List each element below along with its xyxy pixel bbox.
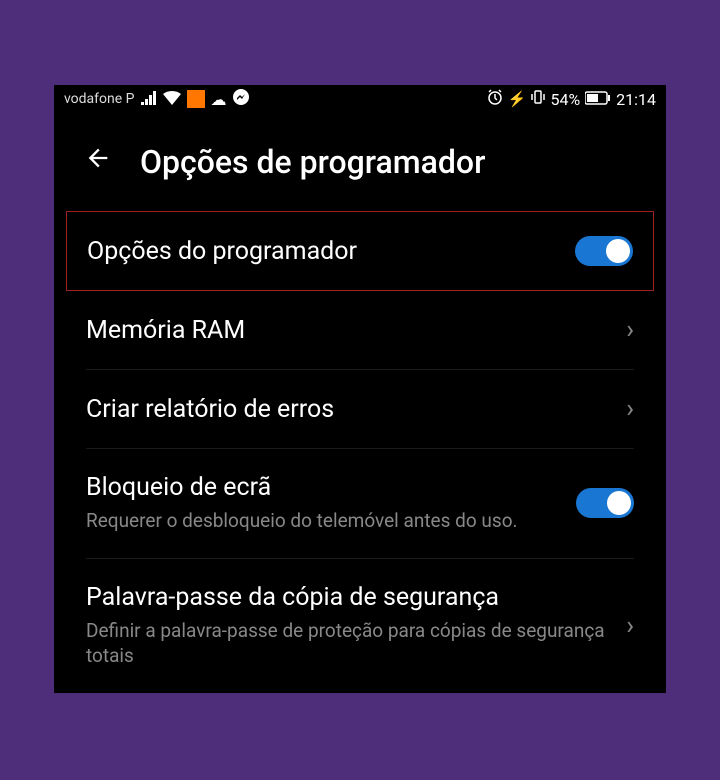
row-content: Palavra-passe da cópia de segurança Defi…	[86, 583, 626, 669]
settings-list: Memória RAM › Criar relatório de erros ›…	[54, 291, 666, 693]
settings-row-bug-report[interactable]: Criar relatório de erros ›	[86, 370, 634, 449]
clock: 21:14	[616, 90, 656, 109]
settings-row-memory[interactable]: Memória RAM ›	[86, 291, 634, 370]
row-content: Bloqueio de ecrã Requerer o desbloqueio …	[86, 473, 576, 534]
carrier-label: vodafone P	[64, 91, 135, 107]
row-content: Criar relatório de erros	[86, 395, 626, 424]
app-notification-icon	[187, 90, 205, 108]
chevron-right-icon: ›	[626, 315, 634, 345]
row-label: Palavra-passe da cópia de segurança	[86, 583, 606, 612]
chevron-right-icon: ›	[626, 394, 634, 424]
back-arrow-icon[interactable]	[84, 144, 112, 180]
phone-screen: vodafone P ☁ ⚡ 54% 21	[54, 85, 666, 693]
vibrate-icon	[531, 89, 545, 109]
alarm-icon	[487, 89, 503, 109]
status-left: vodafone P ☁	[64, 89, 249, 109]
messenger-icon	[233, 89, 249, 109]
header: Opções de programador	[54, 113, 666, 201]
cloud-icon: ☁	[211, 90, 227, 109]
row-subtitle: Definir a palavra-passe de proteção para…	[86, 618, 606, 669]
row-label: Bloqueio de ecrã	[86, 473, 556, 502]
developer-options-toggle[interactable]	[575, 236, 633, 266]
row-label: Memória RAM	[86, 316, 606, 345]
row-content: Memória RAM	[86, 316, 626, 345]
settings-row-backup-password[interactable]: Palavra-passe da cópia de segurança Defi…	[86, 559, 634, 693]
row-label: Criar relatório de erros	[86, 395, 606, 424]
battery-percent: 54%	[550, 90, 580, 109]
wifi-icon	[163, 90, 181, 109]
bluetooth-icon: ⚡	[508, 90, 527, 108]
row-subtitle: Requerer o desbloqueio do telemóvel ante…	[86, 508, 556, 534]
highlighted-developer-options-row[interactable]: Opções do programador	[66, 211, 654, 291]
screen-lock-toggle[interactable]	[576, 488, 634, 518]
settings-row-screen-lock[interactable]: Bloqueio de ecrã Requerer o desbloqueio …	[86, 449, 634, 559]
chevron-right-icon: ›	[626, 611, 634, 641]
status-right: ⚡ 54% 21:14	[487, 89, 656, 109]
status-bar: vodafone P ☁ ⚡ 54% 21	[54, 85, 666, 113]
row-label: Opções do programador	[87, 237, 357, 266]
battery-icon	[585, 90, 611, 109]
signal-icon	[141, 90, 157, 109]
page-title: Opções de programador	[140, 143, 485, 181]
